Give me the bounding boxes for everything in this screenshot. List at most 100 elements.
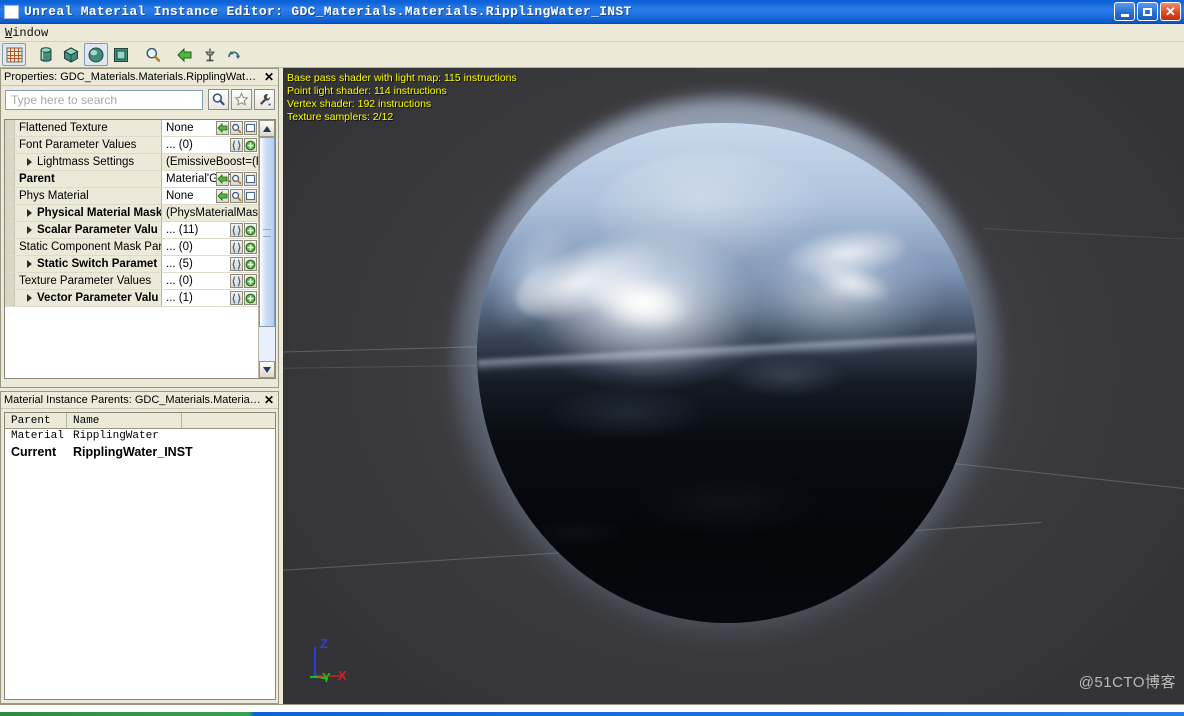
column-header-extra[interactable]	[182, 413, 275, 428]
plane-preview-button[interactable]	[109, 43, 133, 66]
magnifier-icon[interactable]	[230, 172, 243, 186]
back-button[interactable]	[173, 43, 197, 66]
properties-panel-close-icon[interactable]: ✕	[262, 70, 276, 85]
green-plus-icon[interactable]	[244, 257, 257, 271]
grid-toggle-button[interactable]	[2, 43, 26, 66]
scroll-thumb[interactable]	[259, 137, 275, 327]
column-header-name[interactable]: Name	[67, 413, 182, 428]
sphere-preview-button[interactable]	[84, 43, 108, 66]
close-icon: ✕	[1165, 4, 1176, 19]
stat-base-pass: Base pass shader with light map: 115 ins…	[287, 72, 517, 84]
preview-viewport[interactable]: Base pass shader with light map: 115 ins…	[283, 68, 1184, 708]
property-value-label: ... (0)	[166, 139, 193, 151]
parents-panel-close-icon[interactable]: ✕	[262, 393, 276, 408]
green-plus-icon[interactable]	[244, 274, 257, 288]
property-name-cell: Static Component Mask Par.	[15, 239, 162, 255]
property-row[interactable]: Static Switch Paramet ... (5)	[5, 256, 258, 273]
magnifier-icon[interactable]	[230, 189, 243, 203]
property-value-cell[interactable]: ... (0)	[162, 137, 258, 153]
braces-icon[interactable]	[230, 240, 243, 254]
parents-table-row[interactable]: Material RipplingWater	[5, 429, 275, 443]
property-name-label: Font Parameter Values	[19, 139, 137, 151]
scroll-thumb-grip	[263, 229, 271, 237]
scroll-down-button[interactable]	[259, 361, 275, 378]
axis-label-x: X	[338, 668, 347, 683]
braces-icon[interactable]	[230, 223, 243, 237]
property-name-cell: Texture Parameter Values	[15, 273, 162, 289]
property-value-cell[interactable]: None	[162, 188, 258, 204]
property-row[interactable]: Phys Material None	[5, 188, 258, 205]
clear-box-icon[interactable]	[244, 121, 257, 135]
favorites-button[interactable]	[231, 89, 252, 110]
property-row[interactable]: Parent Material'GDC	[5, 171, 258, 188]
menu-item-window[interactable]: Window	[0, 25, 54, 41]
property-value-cell[interactable]: ... (11)	[162, 222, 258, 238]
property-row[interactable]: Font Parameter Values ... (0)	[5, 137, 258, 154]
property-name-label: Parent	[19, 173, 55, 185]
sync-button[interactable]	[223, 43, 247, 66]
magnifier-icon	[146, 47, 161, 62]
column-header-parent[interactable]: Parent	[5, 413, 67, 428]
property-row[interactable]: Lightmass Settings (EmissiveBoost=(Pa	[5, 154, 258, 171]
braces-icon[interactable]	[230, 274, 243, 288]
property-row[interactable]: Scalar Parameter Valu ... (11)	[5, 222, 258, 239]
cube-preview-button[interactable]	[59, 43, 83, 66]
expand-triangle-icon[interactable]	[27, 294, 32, 302]
expand-triangle-icon[interactable]	[27, 209, 32, 217]
braces-icon[interactable]	[230, 257, 243, 271]
braces-icon[interactable]	[230, 291, 243, 305]
property-list-scrollbar[interactable]	[258, 120, 275, 378]
property-name-label: Texture Parameter Values	[19, 275, 152, 287]
property-row[interactable]: Static Component Mask Par. ... (0)	[5, 239, 258, 256]
property-row-gutter	[5, 188, 15, 204]
clear-box-icon[interactable]	[244, 189, 257, 203]
properties-panel: Properties: GDC_Materials.Materials.Ripp…	[0, 68, 279, 388]
property-row[interactable]: Flattened Texture None	[5, 120, 258, 137]
property-row[interactable]: Vector Parameter Valu ... (1)	[5, 290, 258, 307]
cylinder-preview-button[interactable]	[34, 43, 58, 66]
property-row[interactable]: Texture Parameter Values ... (0)	[5, 273, 258, 290]
light-button[interactable]	[198, 43, 222, 66]
braces-icon[interactable]	[230, 138, 243, 152]
green-plus-icon[interactable]	[244, 138, 257, 152]
property-value-cell[interactable]: (PhysMaterialMask	[162, 205, 258, 221]
options-button[interactable]	[254, 89, 275, 110]
green-left-arrow-icon[interactable]	[216, 189, 229, 203]
parents-cell-parent: Material	[11, 430, 64, 442]
property-value-cell[interactable]: None	[162, 120, 258, 136]
parents-table-row[interactable]: Current RipplingWater_INST	[5, 443, 275, 461]
property-name-label: Static Component Mask Par.	[19, 241, 162, 253]
property-value-cell[interactable]: ... (1)	[162, 290, 258, 306]
green-plus-icon[interactable]	[244, 223, 257, 237]
property-row-gutter	[5, 222, 15, 238]
property-list[interactable]: Flattened Texture None Font Parameter Valu…	[5, 120, 258, 378]
green-plus-icon[interactable]	[244, 240, 257, 254]
green-left-arrow-icon[interactable]	[216, 121, 229, 135]
light-stand-icon	[205, 48, 215, 61]
expand-triangle-icon[interactable]	[27, 158, 32, 166]
zoom-button[interactable]	[141, 43, 165, 66]
property-row[interactable]: Physical Material Mask (PhysMaterialMask	[5, 205, 258, 222]
close-button[interactable]: ✕	[1160, 2, 1181, 21]
property-value-cell[interactable]: ... (5)	[162, 256, 258, 272]
property-value-cell[interactable]: ... (0)	[162, 239, 258, 255]
expand-triangle-icon[interactable]	[27, 226, 32, 234]
expand-triangle-icon[interactable]	[27, 260, 32, 268]
magnifier-icon[interactable]	[230, 121, 243, 135]
property-value-cell[interactable]: (EmissiveBoost=(Pa	[162, 154, 258, 170]
toolbar-separator	[166, 45, 173, 65]
property-value-cell[interactable]: Material'GDC	[162, 171, 258, 187]
maximize-button[interactable]	[1137, 2, 1158, 21]
search-button[interactable]	[208, 89, 229, 110]
green-left-arrow-icon[interactable]	[216, 172, 229, 186]
material-instance-parents-panel: Material Instance Parents: GDC_Materials…	[0, 391, 279, 704]
clear-box-icon[interactable]	[244, 172, 257, 186]
green-plus-icon[interactable]	[244, 291, 257, 305]
scroll-up-button[interactable]	[259, 120, 275, 137]
property-value-cell[interactable]: ... (0)	[162, 273, 258, 289]
search-input[interactable]: Type here to search	[5, 89, 203, 110]
minimize-icon	[1120, 13, 1129, 17]
scroll-track[interactable]	[259, 137, 275, 361]
minimize-button[interactable]	[1114, 2, 1135, 21]
preview-mesh-sphere[interactable]	[451, 97, 1003, 649]
